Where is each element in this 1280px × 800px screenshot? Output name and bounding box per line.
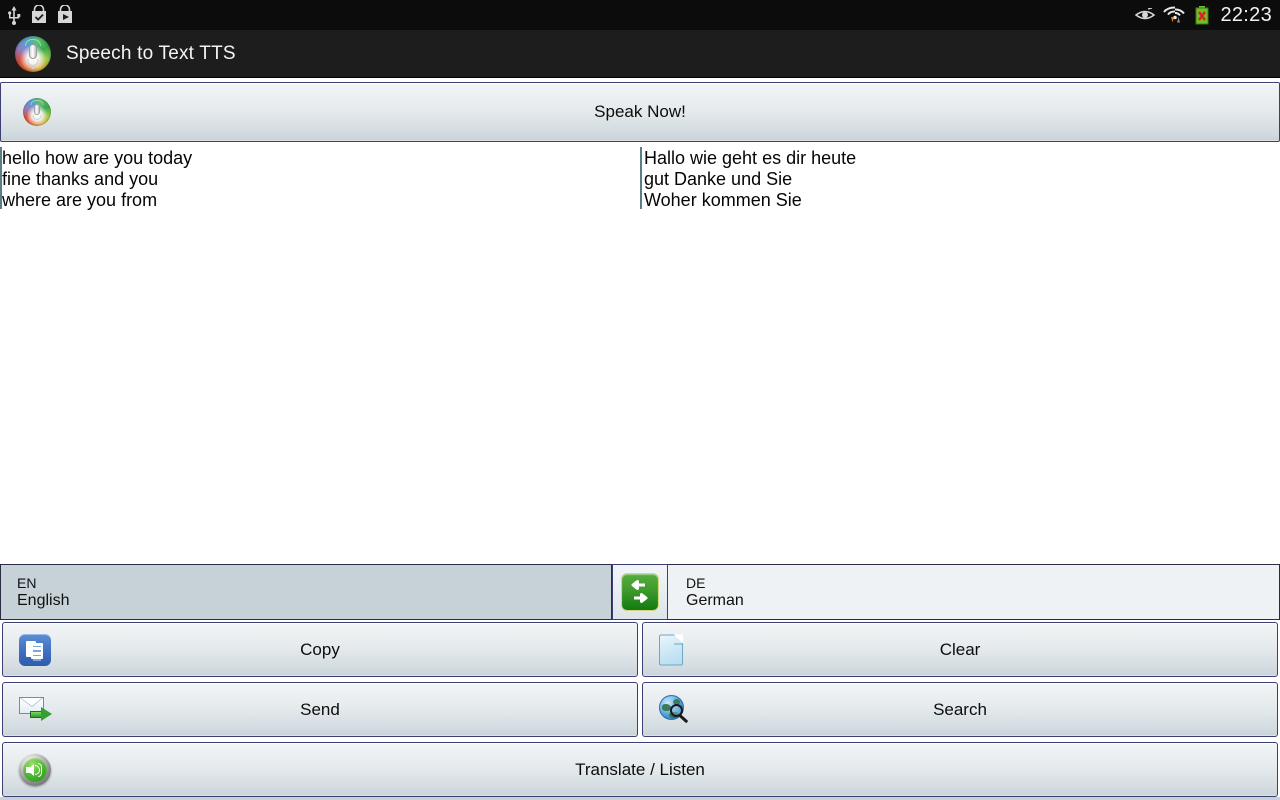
swap-arrows-icon <box>621 573 659 611</box>
copy-button[interactable]: Copy <box>2 622 638 677</box>
app-installed-icon <box>30 5 48 25</box>
wifi-transfer-icon <box>1163 5 1187 25</box>
text-caret <box>640 147 642 209</box>
copy-icon <box>19 633 51 666</box>
speak-now-label: Speak Now! <box>594 102 686 121</box>
text-panes: hello how are you today fine thanks and … <box>0 143 1280 563</box>
source-language-selector[interactable]: EN English <box>0 564 612 620</box>
clear-button-label: Clear <box>939 639 981 659</box>
eye-icon <box>1134 8 1156 22</box>
app-mic-icon <box>15 35 51 72</box>
app-root: 22:23 Speech to Text TTS Speak Now! hell… <box>0 0 1280 800</box>
status-bar-right-icons: 22:23 <box>1134 5 1272 25</box>
status-bar-left-icons <box>6 5 74 25</box>
language-selector-row: EN English DE German <box>0 564 1280 620</box>
status-bar-clock: 22:23 <box>1220 4 1272 26</box>
translate-listen-button[interactable]: Translate / Listen <box>2 742 1278 797</box>
target-language-code: DE <box>686 574 706 591</box>
text-caret <box>0 147 2 209</box>
speaker-icon <box>19 753 51 786</box>
target-text-value: Hallo wie geht es dir heute gut Danke un… <box>644 148 857 210</box>
envelope-send-icon <box>19 696 53 724</box>
battery-error-icon <box>1194 5 1210 25</box>
microphone-icon <box>23 98 51 126</box>
source-text-value: hello how are you today fine thanks and … <box>2 148 193 210</box>
search-button[interactable]: Search <box>642 682 1278 737</box>
target-language-selector[interactable]: DE German <box>668 564 1280 620</box>
play-store-icon <box>56 5 74 25</box>
speak-now-button[interactable]: Speak Now! <box>0 82 1280 142</box>
translate-listen-label: Translate / Listen <box>575 759 705 779</box>
globe-search-icon <box>659 694 691 725</box>
target-text-input[interactable]: Hallo wie geht es dir heute gut Danke un… <box>640 143 1280 563</box>
source-language-name: English <box>17 591 70 609</box>
usb-icon <box>6 5 22 25</box>
source-text-input[interactable]: hello how are you today fine thanks and … <box>0 143 640 563</box>
app-title-bar: Speech to Text TTS <box>0 30 1280 78</box>
android-status-bar: 22:23 <box>0 0 1280 30</box>
page-title: Speech to Text TTS <box>66 42 236 64</box>
page-icon <box>659 634 683 665</box>
copy-button-label: Copy <box>300 639 340 659</box>
swap-languages-button[interactable] <box>612 564 668 620</box>
clear-button[interactable]: Clear <box>642 622 1278 677</box>
send-button[interactable]: Send <box>2 682 638 737</box>
search-button-label: Search <box>933 699 987 719</box>
send-button-label: Send <box>300 699 340 719</box>
source-language-code: EN <box>17 574 37 591</box>
target-language-name: German <box>686 591 744 609</box>
